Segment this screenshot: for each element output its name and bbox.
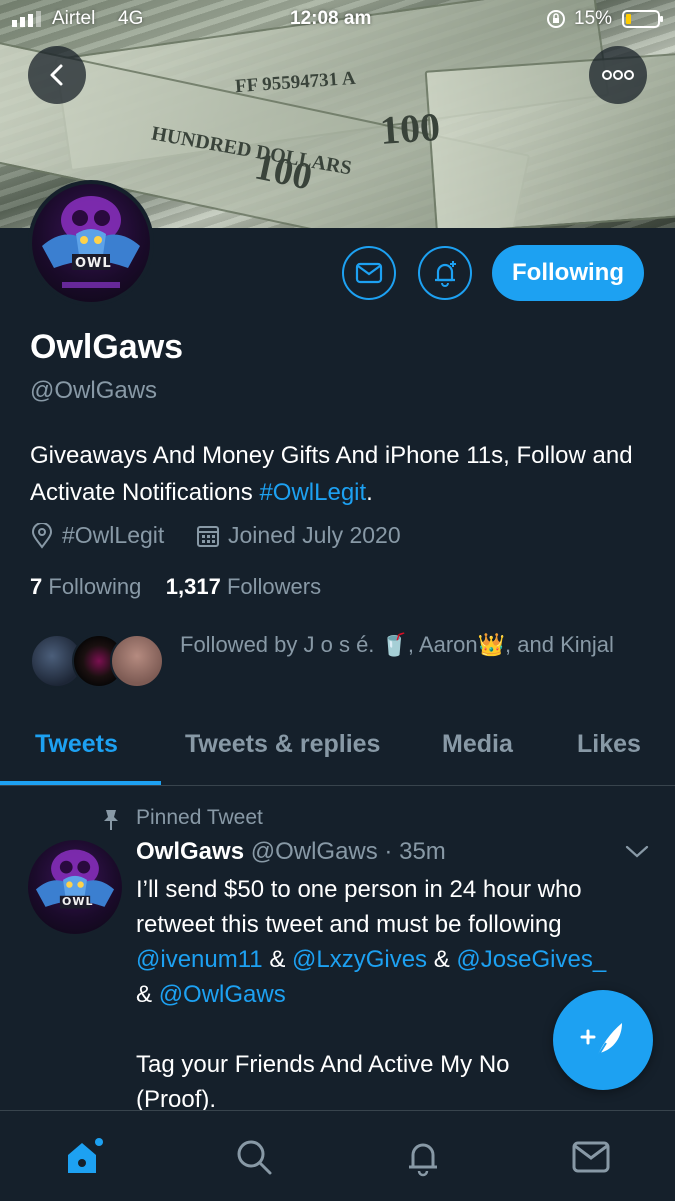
compose-feather-icon: [580, 1023, 622, 1060]
profile-bio: Giveaways And Money Gifts And iPhone 11s…: [30, 437, 650, 511]
tweet-handle-time: @OwlGaws · 35m: [250, 838, 446, 865]
joined-text: Joined July 2020: [228, 522, 401, 548]
back-arrow-icon: [50, 64, 63, 86]
battery-percent: 15%: [574, 8, 613, 29]
clock: 12:08 am: [290, 8, 372, 29]
search-icon: [237, 1140, 272, 1175]
more-icon: [602, 70, 634, 80]
follower-avatar: [110, 634, 164, 688]
compose-tweet-button[interactable]: [553, 990, 653, 1090]
tweet-body: I’ll send $50 to one person in 24 hour w…: [136, 872, 616, 1117]
tab-divider: [0, 785, 675, 786]
network-type: 4G: [118, 8, 144, 29]
followed-by-text[interactable]: Followed by J o s é. 🥤, Aaron👑, and Kinj…: [180, 628, 640, 662]
followers-label: Followers: [226, 574, 322, 599]
mention-link[interactable]: @OwlGaws: [159, 981, 286, 1008]
following-button[interactable]: Following: [492, 245, 644, 301]
nav-notifications[interactable]: [401, 1135, 445, 1179]
owl-avatar-image: OWL: [32, 184, 150, 302]
status-bar: Airtel 4G 12:08 am 15%: [0, 0, 675, 40]
mention-link[interactable]: @ivenum11: [136, 946, 263, 973]
followers-count: 1,317: [165, 574, 221, 599]
notifications-toggle-button[interactable]: [418, 246, 472, 300]
bio-end: .: [366, 479, 373, 506]
owl-icon: [42, 196, 140, 288]
calendar-icon: [197, 525, 219, 547]
battery-icon: [622, 9, 664, 35]
bio-hashtag-link[interactable]: #OwlLegit: [259, 479, 366, 506]
follow-counts: 7 Following 1,317 Followers: [30, 574, 321, 600]
bell-plus-icon: [435, 261, 456, 287]
more-button[interactable]: [589, 46, 647, 104]
tab-media[interactable]: Media: [442, 730, 513, 759]
tweet-author-avatar[interactable]: OWL: [28, 840, 122, 934]
tweet-text-2: Tag your Friends And Active My No: [136, 1051, 510, 1078]
message-button[interactable]: [342, 246, 396, 300]
carrier-name: Airtel: [52, 8, 96, 29]
signal-icon: [12, 11, 46, 27]
tab-tweets-replies[interactable]: Tweets & replies: [185, 730, 380, 759]
profile-handle: @OwlGaws: [30, 377, 158, 404]
followers-count-link[interactable]: 1,317 Followers: [166, 574, 321, 599]
profile-name: OwlGaws: [30, 328, 184, 366]
location-info: #OwlLegit: [30, 522, 164, 549]
location-text[interactable]: #OwlLegit: [62, 522, 164, 549]
tweet-header: OwlGaws @OwlGaws · 35m: [136, 838, 446, 866]
owl-icon: [35, 849, 115, 909]
tweet-text-1: I’ll send $50 to one person in 24 hour w…: [136, 876, 582, 938]
following-count-link[interactable]: 7 Following: [30, 574, 141, 599]
bottom-navigation: [0, 1110, 675, 1201]
nav-messages[interactable]: [569, 1135, 613, 1179]
tweet-sep: &: [262, 946, 292, 973]
mention-link[interactable]: @JoseGives_: [456, 946, 606, 973]
tweet-sep: &: [136, 981, 159, 1008]
nav-search[interactable]: [232, 1135, 276, 1179]
nav-home[interactable]: [62, 1135, 106, 1179]
tab-tweets[interactable]: Tweets: [35, 730, 118, 759]
following-count: 7: [30, 574, 43, 599]
following-label: Following: [48, 574, 142, 599]
messages-icon: [572, 1141, 610, 1173]
avatar-text: OWL: [62, 895, 94, 908]
home-icon: [68, 1138, 103, 1173]
location-pin-icon: [31, 522, 53, 549]
tweet-text-3: (Proof).: [136, 1086, 217, 1113]
mail-icon: [355, 262, 383, 284]
avatar-text: OWL: [75, 256, 112, 271]
tweet-menu-button[interactable]: [624, 842, 650, 865]
profile-avatar[interactable]: OWL: [28, 180, 154, 306]
followed-by-avatars[interactable]: [30, 634, 164, 690]
joined-info: Joined July 2020: [196, 522, 401, 549]
notifications-icon: [409, 1143, 437, 1177]
pinned-label: Pinned Tweet: [136, 806, 263, 829]
banner-denomination: 100: [378, 103, 442, 154]
tweet-author-name[interactable]: OwlGaws: [136, 838, 244, 865]
tweet-sep: &: [427, 946, 457, 973]
chevron-down-icon: [625, 845, 649, 858]
tab-likes[interactable]: Likes: [577, 730, 641, 759]
pin-icon: [100, 808, 122, 837]
back-button[interactable]: [28, 46, 86, 104]
orientation-lock-icon: [546, 9, 566, 35]
mention-link[interactable]: @LxzyGives: [292, 946, 427, 973]
